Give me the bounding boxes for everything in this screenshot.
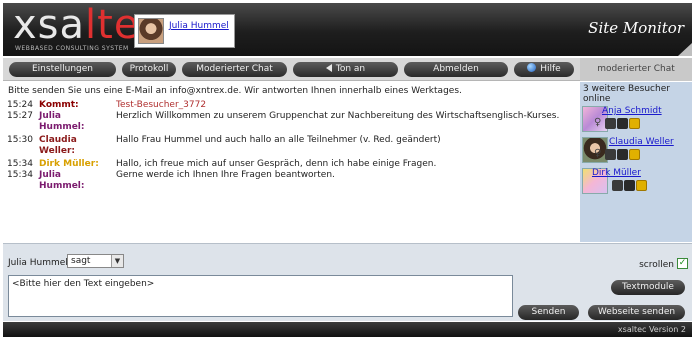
- message-time: 15:30: [7, 135, 33, 145]
- sidebar-heading: moderierter Chat: [580, 58, 692, 81]
- message-time: 15:34: [7, 159, 33, 169]
- visitor-item[interactable]: Claudia Weller ♀: [582, 137, 690, 167]
- visitor-name[interactable]: Claudia Weller: [609, 137, 674, 147]
- visitor-item[interactable]: Dirk Müller: [582, 168, 690, 198]
- chat-log[interactable]: Bitte senden Sie uns eine E-Mail an info…: [3, 82, 580, 242]
- lock-icon[interactable]: [629, 149, 640, 160]
- visitor-sidebar: 3 weitere Besucher online Anja Schmidt ♀…: [580, 82, 692, 242]
- audio-icon[interactable]: [617, 118, 628, 129]
- visitor-count: 3 weitere Besucher online: [583, 84, 670, 104]
- visitor-name[interactable]: Dirk Müller: [592, 168, 641, 178]
- audio-icon[interactable]: [617, 149, 628, 160]
- message-sender: Julia Hummel:: [39, 170, 85, 191]
- status-icon[interactable]: [605, 118, 616, 129]
- sound-button-label: Ton an: [335, 64, 366, 74]
- send-website-button[interactable]: Webseite senden: [588, 305, 685, 320]
- message-time: 15:24: [7, 100, 33, 110]
- current-user-name[interactable]: Julia Hummel: [169, 21, 229, 31]
- message-text: Hallo, ich freue mich auf unser Gespräch…: [116, 159, 437, 169]
- message-time: 15:27: [7, 111, 33, 121]
- message-text: Test-Besucher_3772: [116, 100, 207, 110]
- audio-icon[interactable]: [624, 180, 635, 191]
- message-text: Hallo Frau Hummel und auch hallo an alle…: [116, 135, 441, 145]
- lock-icon[interactable]: [636, 180, 647, 191]
- scroll-label: scrollen: [639, 260, 674, 270]
- say-mode-value: sagt: [71, 256, 91, 266]
- visitor-name[interactable]: Anja Schmidt: [602, 106, 662, 116]
- protocol-button[interactable]: Protokoll: [122, 62, 176, 77]
- message-text: Gerne werde ich Ihnen Ihre Fragen beantw…: [116, 170, 335, 180]
- visitor-tools: ♀: [594, 118, 641, 130]
- logo-text-a: xsa: [13, 2, 86, 48]
- status-icon[interactable]: [605, 149, 616, 160]
- moderated-chat-button[interactable]: Moderierter Chat: [182, 62, 287, 77]
- app-header: xsaltec WEBBASED CONSULTING SYSTEM Julia…: [3, 3, 692, 56]
- send-button[interactable]: Senden: [518, 305, 579, 320]
- email-notice: Bitte senden Sie uns eine E-Mail an info…: [8, 86, 462, 96]
- message-sender: Julia Hummel:: [39, 111, 85, 132]
- visitor-tools: ♀: [594, 149, 641, 161]
- chevron-down-icon[interactable]: ▼: [111, 255, 123, 267]
- visitor-item[interactable]: Anja Schmidt ♀: [582, 106, 690, 136]
- settings-button[interactable]: Einstellungen: [9, 62, 116, 77]
- sound-button[interactable]: Ton an: [293, 62, 398, 77]
- message-input[interactable]: <Bitte hier den Text eingeben>: [8, 275, 513, 317]
- help-button[interactable]: Hilfe: [514, 62, 574, 77]
- visitor-tools: [612, 180, 648, 192]
- header-corner-decoration: [678, 43, 692, 56]
- text-modules-button[interactable]: Textmodule: [611, 280, 685, 295]
- logout-button[interactable]: Abmelden: [404, 62, 508, 77]
- main-toolbar: Einstellungen Protokoll Moderierter Chat…: [3, 58, 580, 81]
- lock-icon[interactable]: [629, 118, 640, 129]
- footer-version: xsaltec Version 2: [3, 322, 692, 337]
- avatar: [138, 18, 164, 44]
- help-icon: [527, 63, 537, 72]
- say-mode-select[interactable]: sagt ▼: [67, 254, 124, 268]
- speaker-icon: [325, 64, 332, 72]
- key-icon[interactable]: ♀: [594, 149, 604, 160]
- key-icon[interactable]: ♀: [594, 118, 604, 129]
- message-sender: Kommt:: [39, 100, 79, 110]
- help-button-label: Hilfe: [540, 64, 561, 74]
- message-sender: Dirk Müller:: [39, 159, 99, 169]
- message-time: 15:34: [7, 170, 33, 180]
- message-text: Herzlich Willkommen zu unserem Gruppench…: [116, 111, 560, 121]
- logo-subtitle: WEBBASED CONSULTING SYSTEM: [15, 45, 129, 52]
- status-icon[interactable]: [612, 180, 623, 191]
- message-composer: Julia Hummel sagt ▼ scrollen ✓ <Bitte hi…: [3, 243, 692, 321]
- scroll-checkbox[interactable]: ✓: [677, 258, 688, 269]
- speaker-name: Julia Hummel: [8, 258, 68, 268]
- app-title: Site Monitor: [588, 19, 684, 37]
- message-sender: Claudia Weller:: [39, 135, 77, 156]
- current-user-box[interactable]: Julia Hummel: [134, 14, 235, 48]
